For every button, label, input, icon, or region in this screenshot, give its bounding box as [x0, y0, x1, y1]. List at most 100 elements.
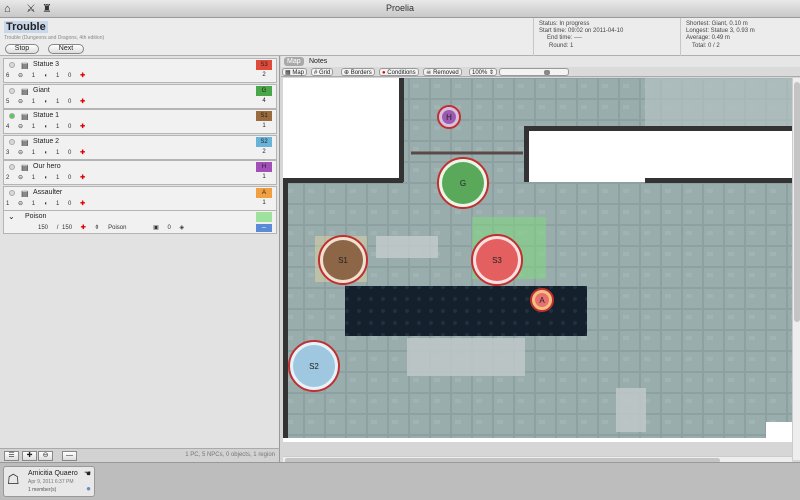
map-canvas[interactable]: H G S1 S3 A S2 — [283, 78, 792, 442]
temp-value[interactable]: 1 — [56, 124, 59, 130]
plus-icon[interactable]: ✚ — [80, 149, 85, 156]
hp-value[interactable]: 1 — [32, 201, 35, 207]
next-button[interactable]: Next — [48, 44, 84, 54]
combatant-row[interactable]: ▤ Our hero H 2 ⊖ 1 ◖ 1 0 ✚ 1 — [3, 160, 277, 185]
plus-icon[interactable]: ✚ — [80, 123, 85, 130]
temp-value[interactable]: 1 — [56, 99, 59, 105]
list-view-button[interactable]: ☰ — [4, 451, 19, 461]
monster-icon: ▤ — [21, 188, 29, 198]
turn-stats: Shortest: Giant, 0.10 m Longest: Statue … — [686, 21, 755, 50]
other-value[interactable]: 0 — [68, 99, 71, 105]
combatant-row[interactable]: ▤ Giant G 5 ⊖ 1 ◖ 1 0 ✚ 4 — [3, 83, 277, 109]
condition-current[interactable]: 150 — [38, 225, 48, 231]
token-s3[interactable]: S3 — [471, 234, 523, 286]
zoom-select[interactable]: 100% ⇕ — [469, 68, 498, 76]
hp-value[interactable]: 1 — [32, 124, 35, 130]
initiative-value[interactable]: 6 — [6, 73, 9, 79]
temp-value[interactable]: 1 — [56, 201, 59, 207]
hp-value[interactable]: 1 — [32, 73, 35, 79]
combatant-order[interactable]: 2 — [256, 149, 272, 155]
grid-toggle[interactable]: # Grid — [311, 68, 334, 76]
initiative-value[interactable]: 1 — [6, 201, 9, 207]
remove-combatant-button[interactable]: ⊖ — [38, 451, 53, 461]
combatant-row[interactable]: ▤ Assaulter A 1 ⊖ 1 ◖ 1 0 ✚ 1 — [3, 185, 277, 211]
combatant-row[interactable]: ▤ Statue 1 S1 4 ⊖ 1 ◖ 1 0 ✚ 1 — [3, 109, 277, 134]
temp-value[interactable]: 1 — [56, 73, 59, 79]
combatant-name[interactable]: Assaulter — [33, 189, 62, 196]
other-value[interactable]: 0 — [68, 150, 71, 156]
tab-map[interactable]: Map — [284, 57, 304, 66]
drop-icon: ◖ — [43, 124, 48, 130]
combatant-badge: H — [256, 162, 272, 172]
combatant-order[interactable]: 2 — [256, 72, 272, 78]
shield-icon: ⊖ — [18, 200, 24, 207]
hp-value[interactable]: 1 — [32, 175, 35, 181]
borders-toggle[interactable]: ⊕ Borders — [341, 68, 375, 76]
other-value[interactable]: 0 — [68, 124, 71, 130]
initiative-value[interactable]: 4 — [6, 124, 9, 130]
temp-value[interactable]: 1 — [56, 150, 59, 156]
combatant-name[interactable]: Statue 2 — [33, 138, 59, 145]
divider — [680, 18, 681, 56]
other-value[interactable]: 0 — [68, 175, 71, 181]
collapse-button[interactable]: — — [62, 451, 77, 461]
rubble — [616, 388, 646, 432]
drop-icon: ◖ — [43, 73, 48, 79]
plus-icon[interactable]: ✚ — [80, 98, 85, 105]
combatant-row[interactable]: ▤ Statue 3 S3 6 ⊖ 1 ◖ 1 0 ✚ 2 — [3, 58, 277, 83]
shield-icon: ⊖ — [18, 98, 24, 105]
wall — [645, 178, 792, 183]
hp-value[interactable]: 1 — [32, 99, 35, 105]
hp-value[interactable]: 1 — [32, 150, 35, 156]
player-card[interactable]: ☖ Amicitia Quaero Apr 9, 2011 6:37 PM 1 … — [3, 466, 95, 497]
encounter-title[interactable]: Trouble — [4, 21, 48, 33]
combatant-order[interactable]: 4 — [256, 98, 272, 104]
other-value[interactable]: 0 — [68, 73, 71, 79]
token-s2[interactable]: S2 — [288, 340, 340, 392]
slider-handle[interactable] — [544, 70, 550, 75]
combatant-order[interactable]: 1 — [256, 200, 272, 206]
plus-icon[interactable]: ✚ — [80, 200, 85, 207]
plus-icon[interactable]: ✚ — [81, 224, 86, 231]
condition-duration[interactable]: 0 — [168, 225, 171, 231]
combatant-name[interactable]: Statue 1 — [33, 112, 59, 119]
battle-map[interactable]: H G S1 S3 A S2 — [283, 78, 792, 442]
conditions-toggle[interactable]: ● Conditions — [379, 68, 419, 76]
remove-condition-button[interactable]: – — [256, 224, 272, 232]
combatant-badge: G — [256, 85, 272, 96]
title-bar: ⌂ ⚔ ♜ Proelia — [0, 0, 800, 18]
combatant-name[interactable]: Statue 3 — [33, 61, 59, 68]
removed-toggle[interactable]: ☠ Removed — [423, 68, 462, 76]
initiative-value[interactable]: 2 — [6, 175, 9, 181]
shield-icon: ⊖ — [18, 73, 24, 79]
condition-row[interactable]: ⌄ Poison 150 / 150 ✚ ⚱ Poison ▣ 0 ◈ – — [3, 210, 277, 234]
condition-max[interactable]: 150 — [62, 225, 72, 231]
drop-icon: ◖ — [43, 149, 48, 156]
temp-value[interactable]: 1 — [56, 175, 59, 181]
map-toggle[interactable]: ▦ Map — [282, 68, 308, 76]
chevron-down-icon[interactable]: ⌄ — [8, 212, 15, 221]
add-combatant-button[interactable]: ✚ — [22, 451, 37, 461]
combatant-order[interactable]: 1 — [256, 174, 272, 180]
plus-icon[interactable]: ✚ — [80, 72, 85, 79]
combatant-name[interactable]: Giant — [33, 87, 50, 94]
combatant-badge: S2 — [256, 136, 272, 147]
cursor-icon[interactable]: ☚ — [84, 469, 91, 478]
combatant-name[interactable]: Our hero — [33, 163, 61, 170]
stop-button[interactable]: Stop — [5, 44, 39, 54]
scroll-thumb[interactable] — [794, 82, 800, 322]
other-value[interactable]: 0 — [68, 201, 71, 207]
vertical-scrollbar[interactable] — [792, 78, 800, 460]
dice-icon: ▣ — [153, 225, 159, 231]
initiative-value[interactable]: 5 — [6, 99, 9, 105]
tab-notes[interactable]: Notes — [306, 57, 330, 66]
plus-icon[interactable]: ✚ — [80, 174, 85, 181]
token-a[interactable]: A — [530, 288, 554, 312]
combatant-row[interactable]: ▤ Statue 2 S2 3 ⊖ 1 ◖ 1 0 ✚ 2 — [3, 134, 277, 160]
initiative-value[interactable]: 3 — [6, 150, 9, 156]
combatant-order[interactable]: 1 — [256, 123, 272, 129]
token-h[interactable]: H — [437, 105, 461, 129]
token-s1[interactable]: S1 — [318, 235, 368, 285]
token-g[interactable]: G — [437, 157, 489, 209]
zoom-slider[interactable] — [499, 68, 569, 76]
